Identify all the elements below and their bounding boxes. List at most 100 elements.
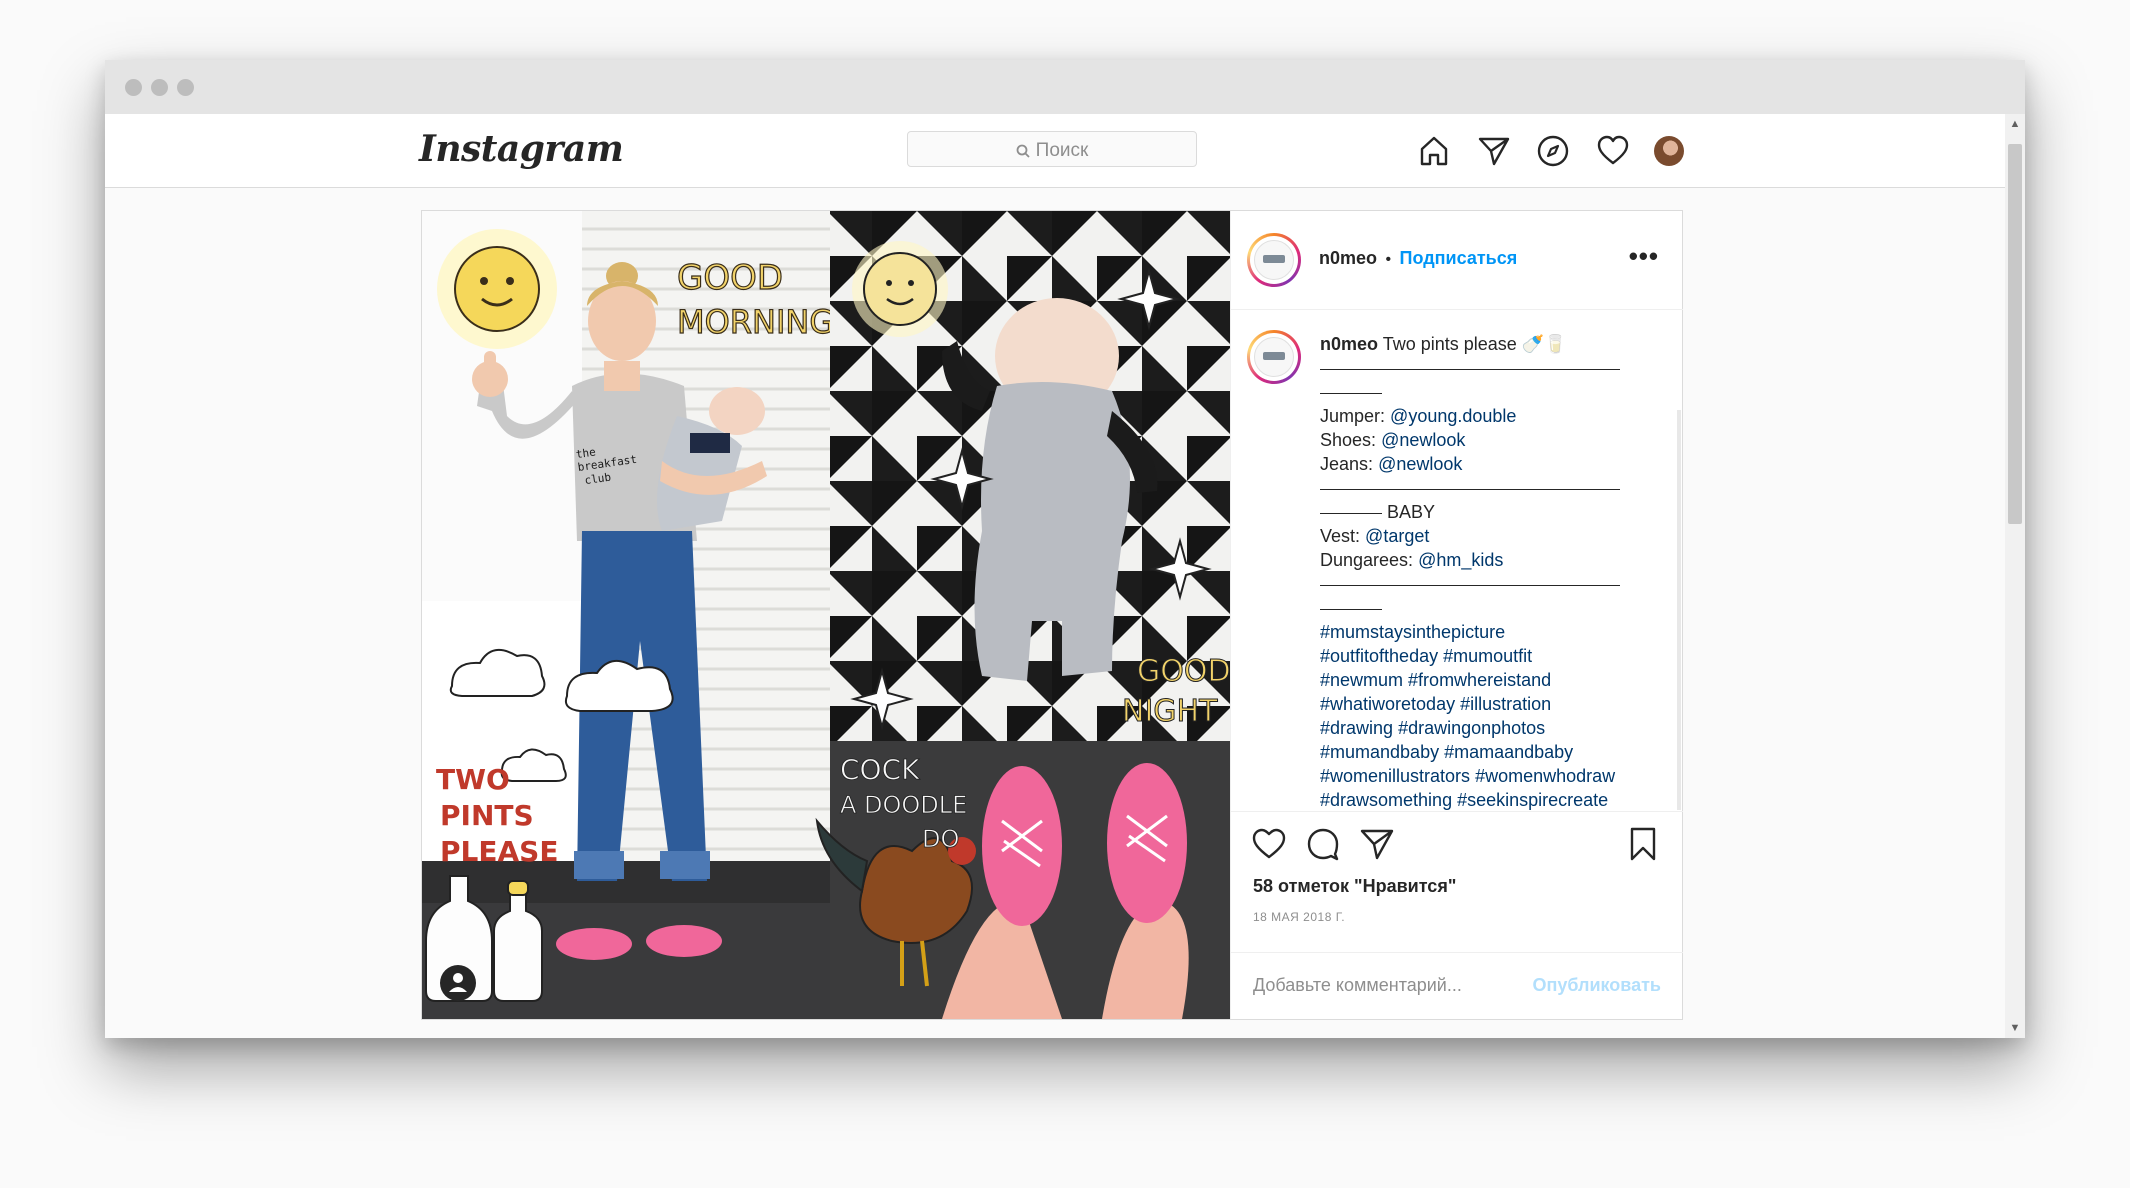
like-heart-icon[interactable]	[1251, 826, 1287, 862]
caption-line	[1320, 380, 1660, 404]
caption-first-line: Two pints please 🍼🥛	[1382, 334, 1567, 354]
search-icon	[1016, 144, 1030, 158]
moon-doodle	[852, 241, 948, 337]
hashtag-link[interactable]: #mumandbaby	[1320, 742, 1439, 762]
post-card: the breakfast club GOOD MORNING TWO PINT…	[421, 210, 1683, 1020]
hashtag-link[interactable]: #mamaandbaby	[1444, 742, 1573, 762]
post-date: 18 МАЯ 2018 Г.	[1253, 910, 1346, 924]
caption-line	[1320, 476, 1660, 500]
caption-line: Dungarees: @hm_kids	[1320, 548, 1660, 572]
more-options-icon[interactable]: •••	[1629, 241, 1659, 272]
hashtag-link[interactable]: #newmum	[1320, 670, 1403, 690]
credit-label: Jeans:	[1320, 454, 1374, 474]
hashtag-link[interactable]: #womenwhodraw	[1475, 766, 1615, 786]
direct-message-icon[interactable]	[1477, 134, 1511, 168]
two-pints-text-2: PINTS	[440, 799, 534, 832]
credit-label: Jumper:	[1320, 406, 1386, 426]
author-username[interactable]: n0meo	[1319, 248, 1377, 268]
good-night-text-2: NIGHT	[1122, 694, 1218, 729]
credit-handle-link[interactable]: @newlook	[1381, 430, 1465, 450]
two-pints-text-3: PLEASE	[440, 835, 558, 868]
caption-author-avatar[interactable]	[1247, 330, 1301, 384]
caption-username[interactable]: n0meo	[1320, 334, 1378, 354]
share-icon[interactable]	[1359, 826, 1395, 862]
collage-illustration: the breakfast club GOOD MORNING TWO PINT…	[422, 211, 1230, 1019]
activity-heart-icon[interactable]	[1596, 134, 1630, 168]
caption-short-divider	[1320, 608, 1382, 610]
hashtag-link[interactable]: #drawing	[1320, 718, 1393, 738]
post-actions: 58 отметок "Нравится" 18 МАЯ 2018 Г.	[1231, 811, 1683, 952]
hashtag-link[interactable]: #drawingonphotos	[1398, 718, 1545, 738]
caption-divider	[1320, 584, 1620, 586]
scroll-up-arrow[interactable]: ▲	[2005, 114, 2025, 134]
caption-line: Shoes: @newlook	[1320, 428, 1660, 452]
credit-handle-link[interactable]: @target	[1365, 526, 1429, 546]
comment-bar: Добавьте комментарий... Опубликовать	[1231, 952, 1683, 1020]
caption-line: #mumstaysinthepicture	[1320, 620, 1660, 644]
caption-line: #drawing #drawingonphotos	[1320, 716, 1660, 740]
instagram-logo[interactable]: Instagram	[419, 128, 624, 170]
caption-divider	[1320, 368, 1620, 370]
caption-scrollbar[interactable]	[1677, 410, 1681, 810]
window-minimize-dot[interactable]	[151, 79, 168, 96]
caption-line: Vest: @target	[1320, 524, 1660, 548]
credit-handle-link[interactable]: @hm_kids	[1418, 550, 1503, 570]
comment-input[interactable]: Добавьте комментарий...	[1253, 975, 1462, 996]
hashtag-link[interactable]: #seekinspirecreate	[1457, 790, 1608, 810]
credit-handle-link[interactable]: @young.double	[1390, 406, 1516, 426]
browser-window: Instagram Поиск the breakfast club GOOD …	[105, 60, 2025, 1038]
caption-short-divider	[1320, 392, 1382, 394]
scroll-down-arrow[interactable]: ▼	[2005, 1018, 2025, 1038]
good-night-text-1: GOOD	[1137, 654, 1230, 689]
scroll-thumb[interactable]	[2008, 144, 2022, 524]
caption-line	[1320, 596, 1660, 620]
page-scrollbar[interactable]: ▲ ▼	[2005, 114, 2025, 1038]
header-separator: •	[1385, 251, 1392, 268]
browser-titlebar	[105, 60, 2025, 114]
caption-line: BABY	[1320, 500, 1660, 524]
follow-button[interactable]: Подписаться	[1400, 248, 1518, 268]
sun-doodle	[437, 229, 557, 349]
hashtag-link[interactable]: #mumoutfit	[1443, 646, 1532, 666]
hashtag-link[interactable]: #mumstaysinthepicture	[1320, 622, 1505, 642]
window-close-dot[interactable]	[125, 79, 142, 96]
likes-count[interactable]: 58 отметок "Нравится"	[1253, 876, 1456, 897]
hashtag-link[interactable]: #illustration	[1460, 694, 1551, 714]
caption-section-label: BABY	[1382, 502, 1436, 522]
search-input[interactable]: Поиск	[907, 131, 1197, 167]
caption-line: #drawsomething #seekinspirecreate	[1320, 788, 1660, 810]
search-placeholder: Поиск	[1035, 140, 1089, 161]
comment-bubble-icon[interactable]	[1305, 826, 1341, 862]
caption-area: n0meo Two pints please 🍼🥛 Jumper: @young…	[1231, 310, 1683, 810]
post-sidebar: n0meo • Подписаться ••• n0meo Two pints …	[1230, 211, 1683, 1019]
caption-line: Jumper: @young.double	[1320, 404, 1660, 428]
caption-line	[1320, 356, 1660, 380]
window-maximize-dot[interactable]	[177, 79, 194, 96]
author-avatar[interactable]	[1247, 233, 1301, 287]
hashtag-link[interactable]: #whatiworetoday	[1320, 694, 1455, 714]
explore-compass-icon[interactable]	[1536, 134, 1570, 168]
caption-line: #mumandbaby #mamaandbaby	[1320, 740, 1660, 764]
caption-line: #whatiworetoday #illustration	[1320, 692, 1660, 716]
hashtag-link[interactable]: #womenillustrators	[1320, 766, 1470, 786]
caption-line: Jeans: @newlook	[1320, 452, 1660, 476]
hashtag-link[interactable]: #outfitoftheday	[1320, 646, 1438, 666]
two-pints-text-1: TWO	[436, 763, 510, 796]
good-morning-text-2: MORNING	[677, 303, 834, 341]
hashtag-link[interactable]: #drawsomething	[1320, 790, 1452, 810]
credit-label: Dungarees:	[1320, 550, 1414, 570]
home-icon[interactable]	[1417, 134, 1451, 168]
credit-handle-link[interactable]: @newlook	[1378, 454, 1462, 474]
caption-text: n0meo Two pints please 🍼🥛 Jumper: @young…	[1320, 320, 1660, 810]
credit-label: Shoes:	[1320, 430, 1377, 450]
cock-text-2: A DOODLE	[840, 791, 967, 819]
publish-button[interactable]: Опубликовать	[1532, 975, 1661, 996]
caption-divider	[1320, 488, 1620, 490]
profile-avatar[interactable]	[1654, 136, 1684, 166]
hashtag-link[interactable]: #fromwhereistand	[1408, 670, 1551, 690]
caption-line: #womenillustrators #womenwhodraw	[1320, 764, 1660, 788]
caption-short-divider	[1320, 512, 1382, 514]
post-photo[interactable]: the breakfast club GOOD MORNING TWO PINT…	[422, 211, 1230, 1019]
caption-line: #newmum #fromwhereistand	[1320, 668, 1660, 692]
bookmark-icon[interactable]	[1625, 826, 1661, 862]
